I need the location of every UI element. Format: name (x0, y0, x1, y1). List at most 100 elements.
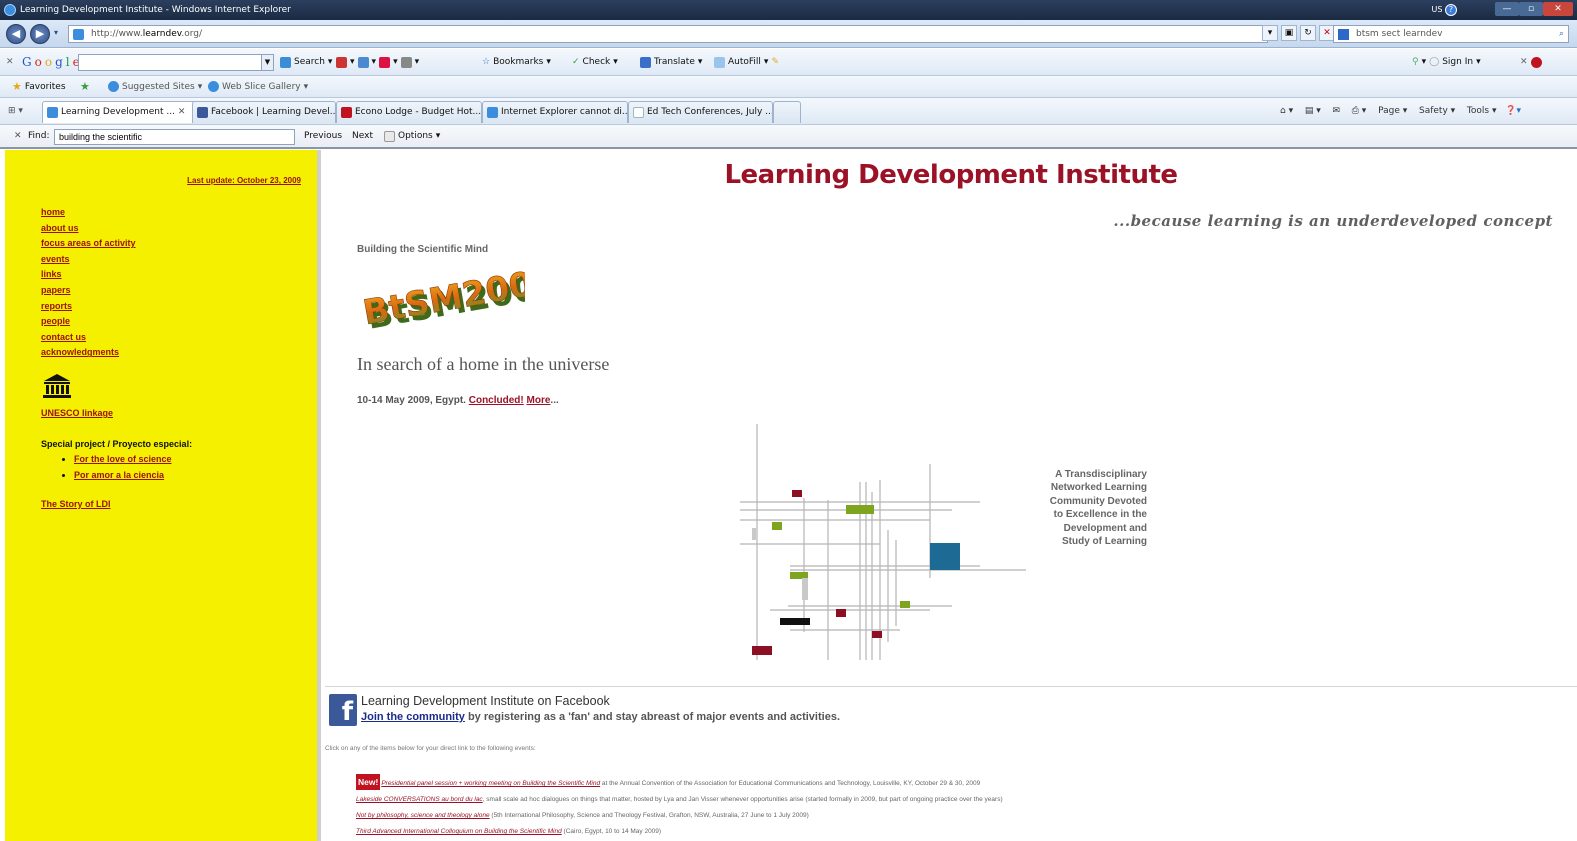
web-slice-gallery-link[interactable]: Web Slice Gallery ▾ (208, 76, 308, 97)
maximize-button[interactable]: ▫ (1519, 2, 1543, 16)
browser-search-input[interactable]: btsm sect learndev ⌕ (1333, 25, 1569, 43)
sidebar-item-home[interactable]: home (41, 205, 136, 221)
list-item: Not by philosophy, science and theology … (356, 808, 1003, 824)
history-dropdown-icon[interactable]: ▾ (54, 28, 58, 37)
ie-icon (47, 107, 58, 118)
event-link-not-by-philosophy[interactable]: Not by philosophy, science and theology … (356, 812, 490, 819)
event-link-third-colloquium[interactable]: Third Advanced International Colloquium … (356, 828, 562, 835)
minimize-button[interactable]: — (1495, 2, 1519, 16)
amor-ciencia-link[interactable]: Por amor a la ciencia (74, 468, 192, 484)
wrench-icon: ✎ (771, 57, 779, 67)
sidebar-item-people[interactable]: people (41, 314, 136, 330)
ie-icon (208, 81, 219, 92)
sidebar-item-focus-areas[interactable]: focus areas of activity (41, 236, 136, 252)
help-icon[interactable]: ? (1445, 3, 1457, 16)
command-bar: ⌂ ▾ ▤ ▾ ✉ ⎙ ▾ Page ▾ Safety ▾ Tools ▾ ❓▾ (1280, 98, 1521, 124)
window-titlebar: Learning Development Institute - Windows… (0, 0, 1577, 20)
sidebar-item-reports[interactable]: reports (41, 299, 136, 315)
tools-menu-button[interactable]: Tools ▾ (1467, 106, 1497, 116)
add-favorite-icon: ★ (80, 80, 90, 93)
feeds-icon[interactable]: ▤ ▾ (1305, 106, 1321, 116)
sidebar-item-about-us[interactable]: about us (41, 221, 136, 237)
event-link-lakeside-conversations[interactable]: Lakeside CONVERSATIONS au bord du lac (356, 796, 483, 803)
join-community-link[interactable]: Join the community (361, 711, 465, 723)
facebook-join-line: Join the community by registering as a '… (361, 711, 840, 723)
close-find-icon[interactable]: ✕ (14, 125, 22, 147)
trans-line: Development and (1063, 522, 1147, 534)
google-search-input[interactable]: ▼ (78, 54, 274, 71)
facebook-icon (197, 107, 208, 118)
concluded-link[interactable]: Concluded! (469, 395, 524, 406)
bsm2009-logo[interactable]: BtSM2009 BtSM2009 (357, 258, 525, 333)
facebook-icon[interactable]: f (329, 694, 357, 727)
toolbar-misc-buttons[interactable]: ▾ ▾ ▾ ▾ (336, 49, 419, 75)
tab-econo-lodge[interactable]: Econo Lodge - Budget Hot... (336, 101, 482, 123)
quick-tabs-button[interactable]: ⊞ ▾ (8, 98, 23, 124)
refresh-icon[interactable]: ↻ (1300, 25, 1316, 41)
new-badge: New! (356, 774, 381, 790)
back-button[interactable]: ◀ (6, 24, 26, 44)
list-item: Lakeside CONVERSATIONS au bord du lac, s… (356, 792, 1003, 808)
favorites-button[interactable]: ★ Favorites (12, 76, 66, 97)
love-of-science-link[interactable]: For the love of science (74, 452, 192, 468)
find-options-button[interactable]: Options ▾ (384, 125, 440, 147)
find-input[interactable] (54, 129, 295, 145)
safety-menu-button[interactable]: Safety ▾ (1419, 106, 1455, 116)
key-icon: ⚲ (1412, 57, 1419, 67)
mail-icon[interactable]: ✉ (1332, 106, 1340, 116)
sidebar-item-events[interactable]: events (41, 252, 136, 268)
bookmarks-button[interactable]: ☆ Bookmarks ▾ (482, 49, 551, 75)
close-window-button[interactable]: ✕ (1543, 2, 1573, 16)
compatibility-icon[interactable]: ▣ (1281, 25, 1297, 41)
find-previous-button[interactable]: Previous (304, 125, 342, 147)
event-link-presidential-panel[interactable]: Presidential panel session + working mee… (381, 780, 600, 787)
tagline: ...because learning is an underdeveloped… (1113, 212, 1553, 230)
find-next-button[interactable]: Next (352, 125, 373, 147)
bsm-label: Building the Scientific Mind (357, 244, 489, 255)
story-of-ldi-link[interactable]: The Story of LDI (41, 499, 111, 509)
sidebar-item-papers[interactable]: papers (41, 283, 136, 299)
sidebar-item-links[interactable]: links (41, 267, 136, 283)
print-icon[interactable]: ⎙ ▾ (1352, 106, 1367, 116)
forward-button[interactable]: ▶ (30, 24, 50, 44)
translate-button[interactable]: Translate ▾ (640, 49, 702, 75)
last-update-link[interactable]: Last update: October 23, 2009 (187, 176, 301, 185)
autofill-button[interactable]: AutoFill ▾ ✎ (714, 49, 779, 75)
language-indicator[interactable]: US ? (1432, 3, 1457, 17)
add-favorite-button[interactable]: ★ (80, 76, 90, 97)
signin-button[interactable]: ⚲ ▾ ◯ Sign In ▾ (1412, 49, 1481, 75)
toolbar-close-icon[interactable]: ✕ (1520, 49, 1542, 75)
trans-line: A Transdisciplinary (1055, 469, 1147, 480)
unesco-temple-icon[interactable] (43, 373, 71, 399)
favorites-bar: ★ Favorites ★ Suggested Sites ▾ Web Slice… (0, 76, 1577, 98)
loading-icon (633, 107, 644, 118)
page-menu-button[interactable]: Page ▾ (1378, 106, 1407, 116)
address-input[interactable]: http://www.learndev.org/ (68, 25, 1268, 43)
list-item: For the love of science (74, 452, 192, 468)
address-dropdown-icon[interactable]: ▾ (1262, 25, 1278, 41)
help-icon[interactable]: ❓▾ (1505, 106, 1521, 116)
search-icon[interactable]: ⌕ (1559, 26, 1564, 42)
tab-ed-tech[interactable]: Ed Tech Conferences, July ... (628, 101, 773, 123)
sidebar-item-acknowledgments[interactable]: acknowledgments (41, 345, 136, 361)
more-link[interactable]: More (527, 395, 551, 406)
tab-learndev[interactable]: Learning Development ... ✕ (42, 101, 202, 123)
check-button[interactable]: ✓ Check ▾ (572, 49, 618, 75)
tab-facebook[interactable]: Facebook | Learning Devel... (192, 101, 336, 123)
url-suffix: .org/ (181, 29, 203, 39)
list-item: Third Advanced International Colloquium … (356, 824, 1003, 840)
ie-icon (108, 81, 119, 92)
suggested-sites-link[interactable]: Suggested Sites ▾ (108, 76, 202, 97)
google-toolbar-close-icon[interactable]: ✕ (6, 49, 14, 75)
home-icon[interactable]: ⌂ ▾ (1280, 106, 1293, 116)
tab-ie-error[interactable]: Internet Explorer cannot di... (482, 101, 628, 123)
google-toolbar: ✕ Google ▼ Search ▾ ▾ ▾ ▾ ▾ ☆ Bookmarks ▾… (0, 49, 1577, 76)
new-tab-button[interactable] (773, 101, 801, 123)
search-text: btsm sect learndev (1356, 29, 1443, 39)
google-search-button[interactable]: Search ▾ (280, 49, 332, 75)
unesco-linkage-link[interactable]: UNESCO linkage (41, 408, 113, 418)
url-prefix: http://www. (91, 29, 143, 39)
search-provider-icon (1338, 29, 1349, 40)
chevron-down-icon[interactable]: ▼ (261, 55, 273, 70)
sidebar-item-contact-us[interactable]: contact us (41, 330, 136, 346)
